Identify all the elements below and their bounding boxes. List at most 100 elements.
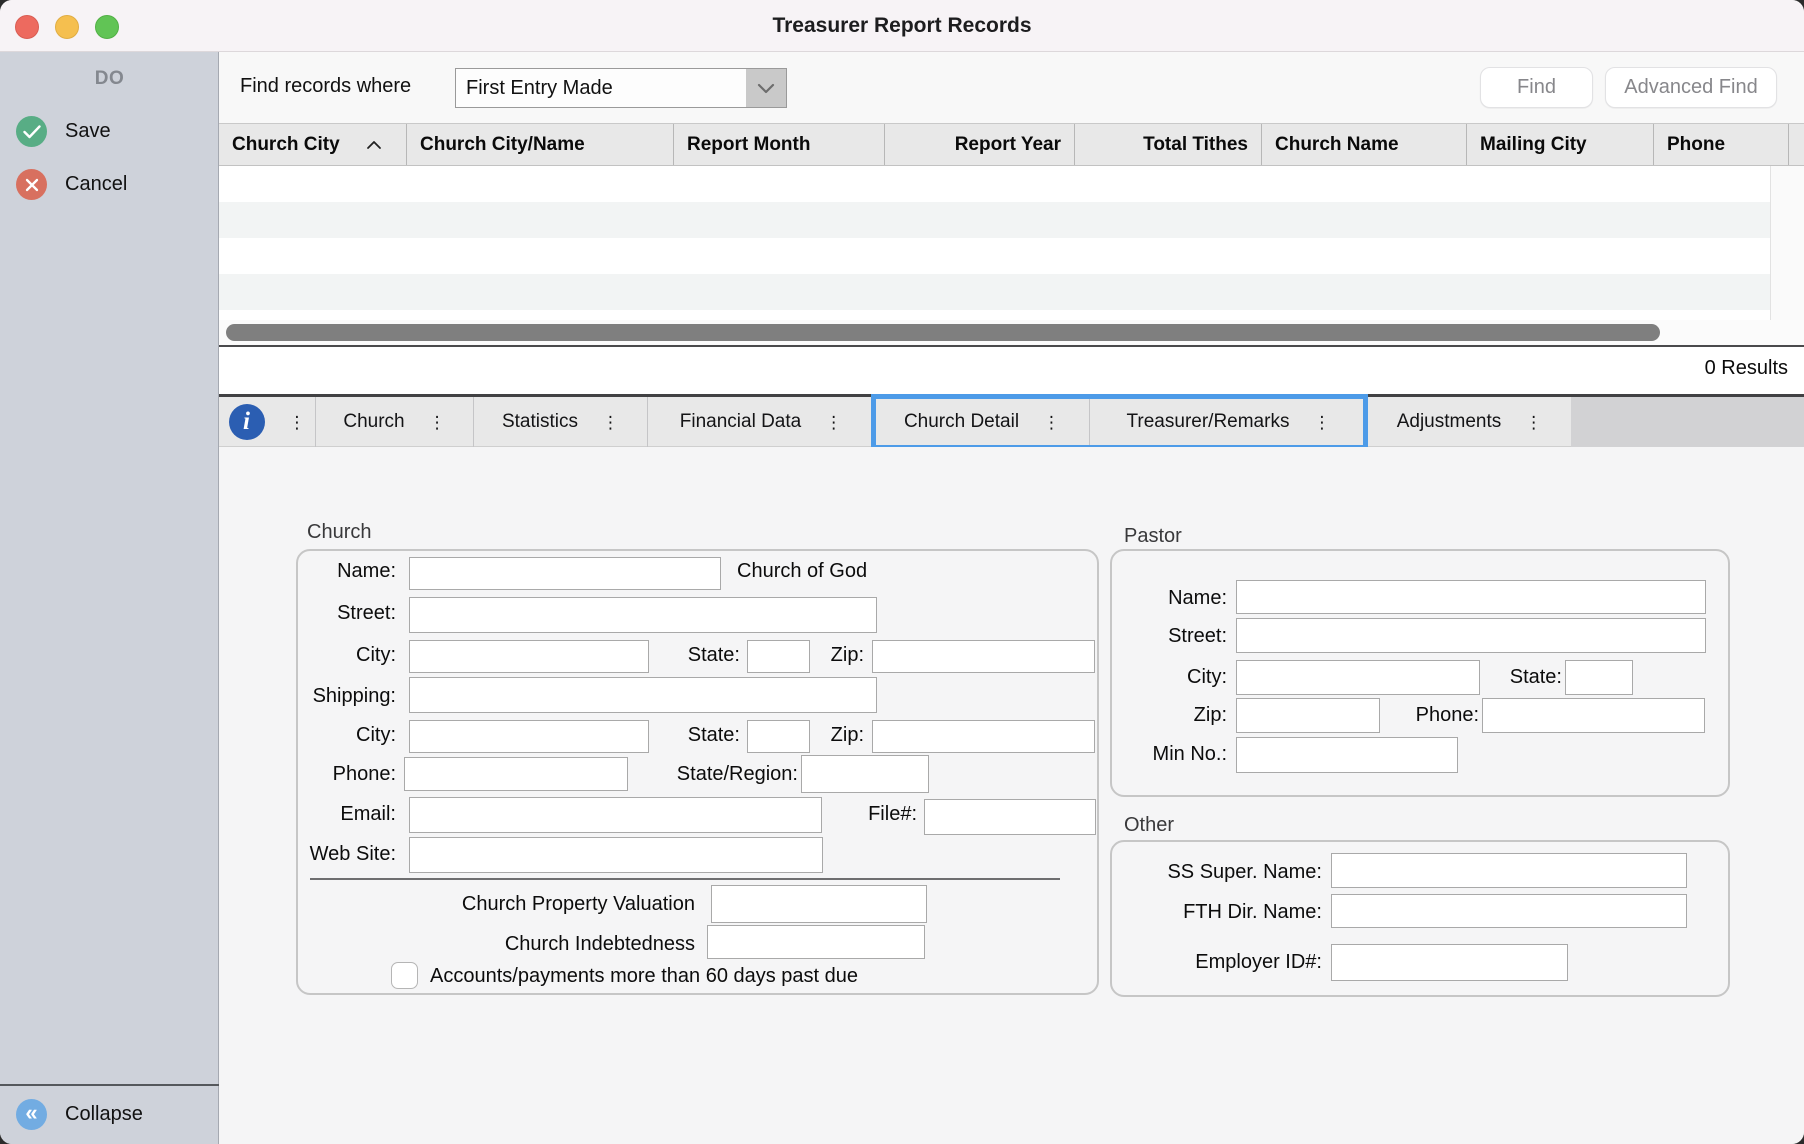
tab-info[interactable]: i ⋮ [219,397,316,447]
employer-id-label: Employer ID#: [1130,951,1322,974]
church-website-input[interactable] [409,837,823,873]
horizontal-scrollbar-track[interactable] [219,320,1804,345]
tab-menu-dots-icon[interactable]: ⋮ [429,414,446,431]
pastor-city-input[interactable] [1236,660,1480,695]
pastor-zip-label: Zip: [1127,704,1227,727]
church-state-region-label: State/Region: [560,763,798,786]
results-count: 0 Results [1705,357,1788,380]
church-name-input[interactable] [409,557,721,590]
column-header-report-month[interactable]: Report Month [674,124,885,165]
column-header-mailing-city[interactable]: Mailing City [1467,124,1654,165]
check-circle-icon [16,116,47,147]
tab-church-detail[interactable]: Church Detail ⋮ [875,397,1090,447]
tab-financial-data[interactable]: Financial Data ⋮ [648,397,875,447]
find-field-dropdown[interactable]: First Entry Made [455,68,787,108]
table-row[interactable] [219,166,1770,202]
pastor-state-label: State: [1480,666,1562,689]
church-shipping-label: Shipping: [296,685,396,708]
church-state-label: State: [660,644,740,667]
sidebar-item-cancel[interactable]: Cancel [16,169,127,200]
table-header: Church City Church City/Name Report Mont… [219,123,1804,166]
x-circle-icon [16,169,47,200]
pastor-min-no-label: Min No.: [1110,743,1227,766]
employer-id-input[interactable] [1331,944,1568,981]
church-website-label: Web Site: [280,843,396,866]
column-header-total-tithes[interactable]: Total Tithes [1075,124,1262,165]
church-shipping-city-label: City: [296,724,396,747]
column-header-church-city-name[interactable]: Church City/Name [407,124,674,165]
church-zip-label: Zip: [800,644,864,667]
church-name-label: Name: [296,560,396,583]
tab-adjustments[interactable]: Adjustments ⋮ [1368,397,1571,447]
pastor-street-label: Street: [1127,625,1227,648]
pastor-state-input[interactable] [1565,660,1633,695]
church-file-number-input[interactable] [924,799,1096,835]
find-records-where-label: Find records where [240,75,411,98]
church-shipping-zip-input[interactable] [872,720,1095,753]
ss-super-name-input[interactable] [1331,853,1687,888]
tab-menu-dots-icon[interactable]: ⋮ [602,414,619,431]
church-street-input[interactable] [409,597,877,633]
pastor-street-input[interactable] [1236,618,1706,653]
find-button[interactable]: Find [1480,67,1593,108]
other-section-title: Other [1124,814,1174,837]
title-bar: Treasurer Report Records [0,0,1804,52]
pastor-phone-input[interactable] [1482,698,1705,733]
advanced-find-button[interactable]: Advanced Find [1605,67,1777,108]
sidebar-divider [0,1084,219,1086]
church-shipping-zip-label: Zip: [800,724,864,747]
pastor-min-no-input[interactable] [1236,737,1458,773]
pastor-name-input[interactable] [1236,580,1706,614]
fth-dir-name-input[interactable] [1331,894,1687,928]
church-shipping-city-input[interactable] [409,720,649,753]
app-window: Treasurer Report Records DO Save Cancel … [0,0,1804,1144]
church-indebtedness-input[interactable] [707,925,925,959]
tab-statistics[interactable]: Statistics ⋮ [474,397,648,447]
table-row[interactable] [219,310,1770,320]
tab-menu-dots-icon[interactable]: ⋮ [289,414,306,431]
church-phone-label: Phone: [296,763,396,786]
past-due-checkbox[interactable] [391,962,418,989]
column-header-church-city[interactable]: Church City [219,124,407,165]
table-row[interactable] [219,274,1770,310]
tab-church[interactable]: Church ⋮ [316,397,474,447]
church-email-label: Email: [296,803,396,826]
column-header-phone[interactable]: Phone [1654,124,1789,165]
church-email-input[interactable] [409,797,822,833]
pastor-phone-label: Phone: [1380,704,1479,727]
tab-menu-dots-icon[interactable]: ⋮ [825,414,842,431]
sidebar-header: DO [0,68,219,90]
church-city-label: City: [296,644,396,667]
pastor-zip-input[interactable] [1236,698,1380,733]
collapse-button-label: Collapse [65,1103,143,1126]
horizontal-scrollbar-thumb[interactable] [226,324,1660,341]
tab-menu-dots-icon[interactable]: ⋮ [1525,414,1542,431]
tab-treasurer-remarks[interactable]: Treasurer/Remarks ⋮ [1090,397,1368,447]
church-shipping-input[interactable] [409,677,877,713]
table-row[interactable] [219,202,1770,238]
vertical-scrollbar-track[interactable] [1770,166,1804,320]
sidebar: DO Save Cancel « Collapse [0,52,219,1144]
church-file-number-label: File#: [790,803,917,826]
church-city-input[interactable] [409,640,649,673]
church-zip-input[interactable] [872,640,1095,673]
find-bar: Find records where First Entry Made Find… [219,52,1804,123]
church-name-suffix: Church of God [737,560,867,583]
sidebar-collapse-button[interactable]: « Collapse [16,1099,143,1130]
church-state-region-input[interactable] [801,755,929,793]
find-field-dropdown-value: First Entry Made [456,77,746,100]
table-row[interactable] [219,238,1770,274]
column-header-report-year[interactable]: Report Year [885,124,1075,165]
chevron-down-icon[interactable] [746,69,786,107]
pastor-section-title: Pastor [1124,525,1182,548]
sort-ascending-icon [366,140,382,150]
church-property-valuation-input[interactable] [711,885,927,923]
info-icon[interactable]: i [229,404,265,440]
column-header-church-name[interactable]: Church Name [1262,124,1467,165]
fth-dir-name-label: FTH Dir. Name: [1130,901,1322,924]
tab-menu-dots-icon[interactable]: ⋮ [1043,414,1060,431]
tab-menu-dots-icon[interactable]: ⋮ [1313,414,1330,431]
pastor-name-label: Name: [1127,587,1227,610]
sidebar-item-save[interactable]: Save [16,116,111,147]
window-title: Treasurer Report Records [0,0,1804,52]
